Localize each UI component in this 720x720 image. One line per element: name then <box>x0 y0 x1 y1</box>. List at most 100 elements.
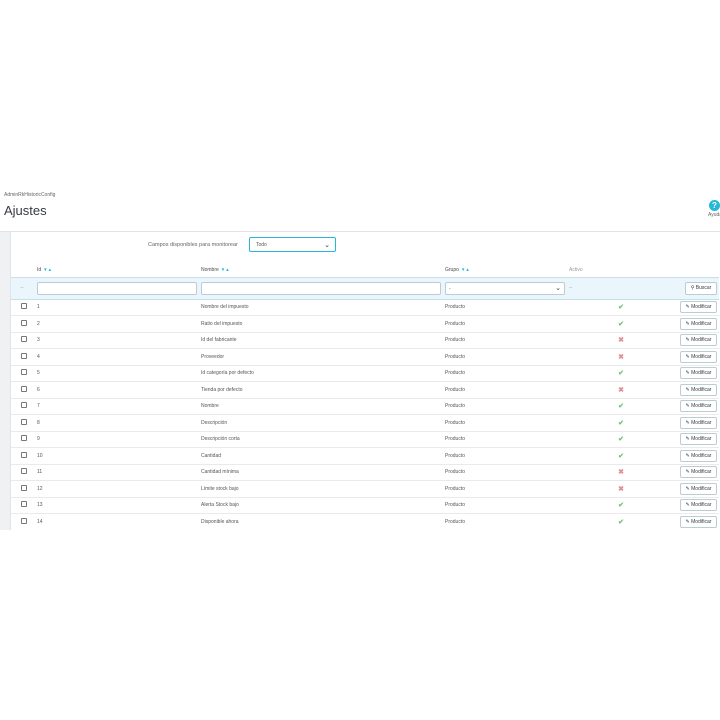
row-activo[interactable]: ✔ <box>567 365 675 382</box>
table-row[interactable]: 10 Cantidad Producto ✔ ✎ Modificar <box>11 448 719 465</box>
row-activo[interactable]: ✖ <box>567 332 675 349</box>
edit-button[interactable]: ✎ Modificar <box>680 400 717 413</box>
help-button[interactable]: ? Ayuda <box>706 200 720 218</box>
edit-button[interactable]: ✎ Modificar <box>680 334 717 347</box>
edit-button[interactable]: ✎ Modificar <box>680 466 717 479</box>
row-nombre: Alerta Stock bajo <box>201 502 239 509</box>
row-checkbox[interactable] <box>21 303 27 310</box>
row-checkbox[interactable] <box>21 435 27 442</box>
row-grupo: Producto <box>445 304 466 311</box>
row-activo[interactable]: ✔ <box>567 299 675 316</box>
table-row[interactable]: 1 Nombre del impuesto Producto ✔ ✎ Modificar <box>11 299 719 316</box>
row-checkbox[interactable] <box>21 418 27 425</box>
row-activo[interactable]: ✔ <box>567 514 675 531</box>
edit-button[interactable]: ✎ Modificar <box>680 350 717 363</box>
sort-arrows-icon[interactable]: ▼▲ <box>43 267 52 272</box>
edit-button-label: Modificar <box>691 518 712 525</box>
table-row[interactable]: 8 Descripción Producto ✔ ✎ Modificar <box>11 415 719 432</box>
table-row[interactable]: 5 Id categoría por defecto Producto ✔ ✎ Modi… <box>11 365 719 382</box>
row-checkbox[interactable] <box>21 369 27 376</box>
row-activo[interactable]: ✔ <box>567 431 675 448</box>
sort-arrows-icon[interactable]: ▼▲ <box>461 267 470 272</box>
row-checkbox[interactable] <box>21 402 27 409</box>
edit-button-label: Modificar <box>691 469 712 476</box>
row-grupo: Producto <box>445 452 466 459</box>
row-activo[interactable]: ✔ <box>567 316 675 333</box>
check-icon[interactable]: ✔ <box>618 519 624 526</box>
edit-button[interactable]: ✎ Modificar <box>680 515 717 528</box>
row-actions: ✎ Modificar <box>675 415 719 432</box>
row-activo[interactable]: ✔ <box>567 415 675 432</box>
check-icon[interactable]: ✔ <box>618 453 624 460</box>
check-icon[interactable]: ✔ <box>618 436 624 443</box>
row-activo[interactable]: ✖ <box>567 382 675 399</box>
table-row[interactable]: 9 Descripción corta Producto ✔ ✎ Modificar <box>11 431 719 448</box>
row-checkbox[interactable] <box>21 468 27 475</box>
check-icon[interactable]: ✔ <box>618 370 624 377</box>
header-grupo[interactable]: Grupo ▼▲ <box>443 263 567 277</box>
table-row[interactable]: 14 Disponible ahora Producto ✔ ✎ Modificar <box>11 514 719 531</box>
row-activo[interactable]: ✖ <box>567 481 675 498</box>
row-checkbox[interactable] <box>21 484 27 491</box>
monitor-fields-label: Campos disponibles para monitorear <box>148 242 238 248</box>
row-nombre: Límite stock bajo <box>201 485 239 492</box>
edit-button[interactable]: ✎ Modificar <box>680 416 717 429</box>
filter-id-input[interactable] <box>37 281 197 295</box>
row-checkbox[interactable] <box>21 319 27 326</box>
row-actions: ✎ Modificar <box>675 514 719 531</box>
cross-icon[interactable]: ✖ <box>618 337 624 344</box>
check-icon[interactable]: ✔ <box>618 420 624 427</box>
header-id[interactable]: Id ▼▲ <box>35 263 199 277</box>
table-row[interactable]: 3 Id del fabricante Producto ✖ ✎ Modificar <box>11 332 719 349</box>
row-checkbox-cell <box>11 464 35 481</box>
table-row[interactable]: 11 Cantidad mínima Producto ✖ ✎ Modificar <box>11 464 719 481</box>
table-row[interactable]: 13 Alerta Stock bajo Producto ✔ ✎ Modificar <box>11 497 719 514</box>
row-activo[interactable]: ✔ <box>567 497 675 514</box>
row-nombre: Ratio del impuesto <box>201 320 243 327</box>
pencil-icon: ✎ <box>685 518 690 525</box>
row-checkbox[interactable] <box>21 517 27 524</box>
page-title: Ajustes <box>4 203 47 218</box>
check-icon[interactable]: ✔ <box>618 403 624 410</box>
check-icon[interactable]: ✔ <box>618 321 624 328</box>
check-icon[interactable]: ✔ <box>618 502 624 509</box>
filter-grupo-select[interactable]: - ⌄ <box>445 281 565 295</box>
table-row[interactable]: 4 Proveedor Producto ✖ ✎ Modificar <box>11 349 719 366</box>
table-row[interactable]: 2 Ratio del impuesto Producto ✔ ✎ Modificar <box>11 316 719 333</box>
monitor-fields-row: Campos disponibles para monitorear Todo … <box>11 237 711 253</box>
row-checkbox[interactable] <box>21 352 27 359</box>
row-grupo: Producto <box>445 485 466 492</box>
cross-icon[interactable]: ✖ <box>618 387 624 394</box>
edit-button[interactable]: ✎ Modificar <box>680 317 717 330</box>
check-icon[interactable]: ✔ <box>618 304 624 311</box>
edit-button[interactable]: ✎ Modificar <box>680 301 717 314</box>
edit-button-label: Modificar <box>691 403 712 410</box>
monitor-fields-select[interactable]: Todo ⌄ <box>249 237 336 252</box>
cross-icon[interactable]: ✖ <box>618 469 624 476</box>
row-checkbox[interactable] <box>21 385 27 392</box>
sort-arrows-icon[interactable]: ▼▲ <box>221 267 230 272</box>
row-activo[interactable]: ✖ <box>567 349 675 366</box>
filter-nombre-input[interactable] <box>201 281 441 295</box>
row-checkbox-cell <box>11 514 35 531</box>
edit-button[interactable]: ✎ Modificar <box>680 499 717 512</box>
row-checkbox[interactable] <box>21 501 27 508</box>
edit-button[interactable]: ✎ Modificar <box>680 367 717 380</box>
header-checkbox-col <box>11 263 35 277</box>
cross-icon[interactable]: ✖ <box>618 354 624 361</box>
cross-icon[interactable]: ✖ <box>618 486 624 493</box>
table-row[interactable]: 6 Tienda por defecto Producto ✖ ✎ Modificar <box>11 382 719 399</box>
row-activo[interactable]: ✖ <box>567 464 675 481</box>
row-checkbox[interactable] <box>21 451 27 458</box>
table-row[interactable]: 7 Nombre Producto ✔ ✎ Modificar <box>11 398 719 415</box>
table-row[interactable]: 12 Límite stock bajo Producto ✖ ✎ Modificar <box>11 481 719 498</box>
search-button[interactable]: ⚲ Buscar <box>685 281 717 295</box>
row-activo[interactable]: ✔ <box>567 398 675 415</box>
edit-button[interactable]: ✎ Modificar <box>680 433 717 446</box>
header-nombre[interactable]: Nombre ▼▲ <box>199 263 443 277</box>
edit-button[interactable]: ✎ Modificar <box>680 482 717 495</box>
edit-button[interactable]: ✎ Modificar <box>680 383 717 396</box>
row-activo[interactable]: ✔ <box>567 448 675 465</box>
row-checkbox[interactable] <box>21 336 27 343</box>
edit-button[interactable]: ✎ Modificar <box>680 449 717 462</box>
